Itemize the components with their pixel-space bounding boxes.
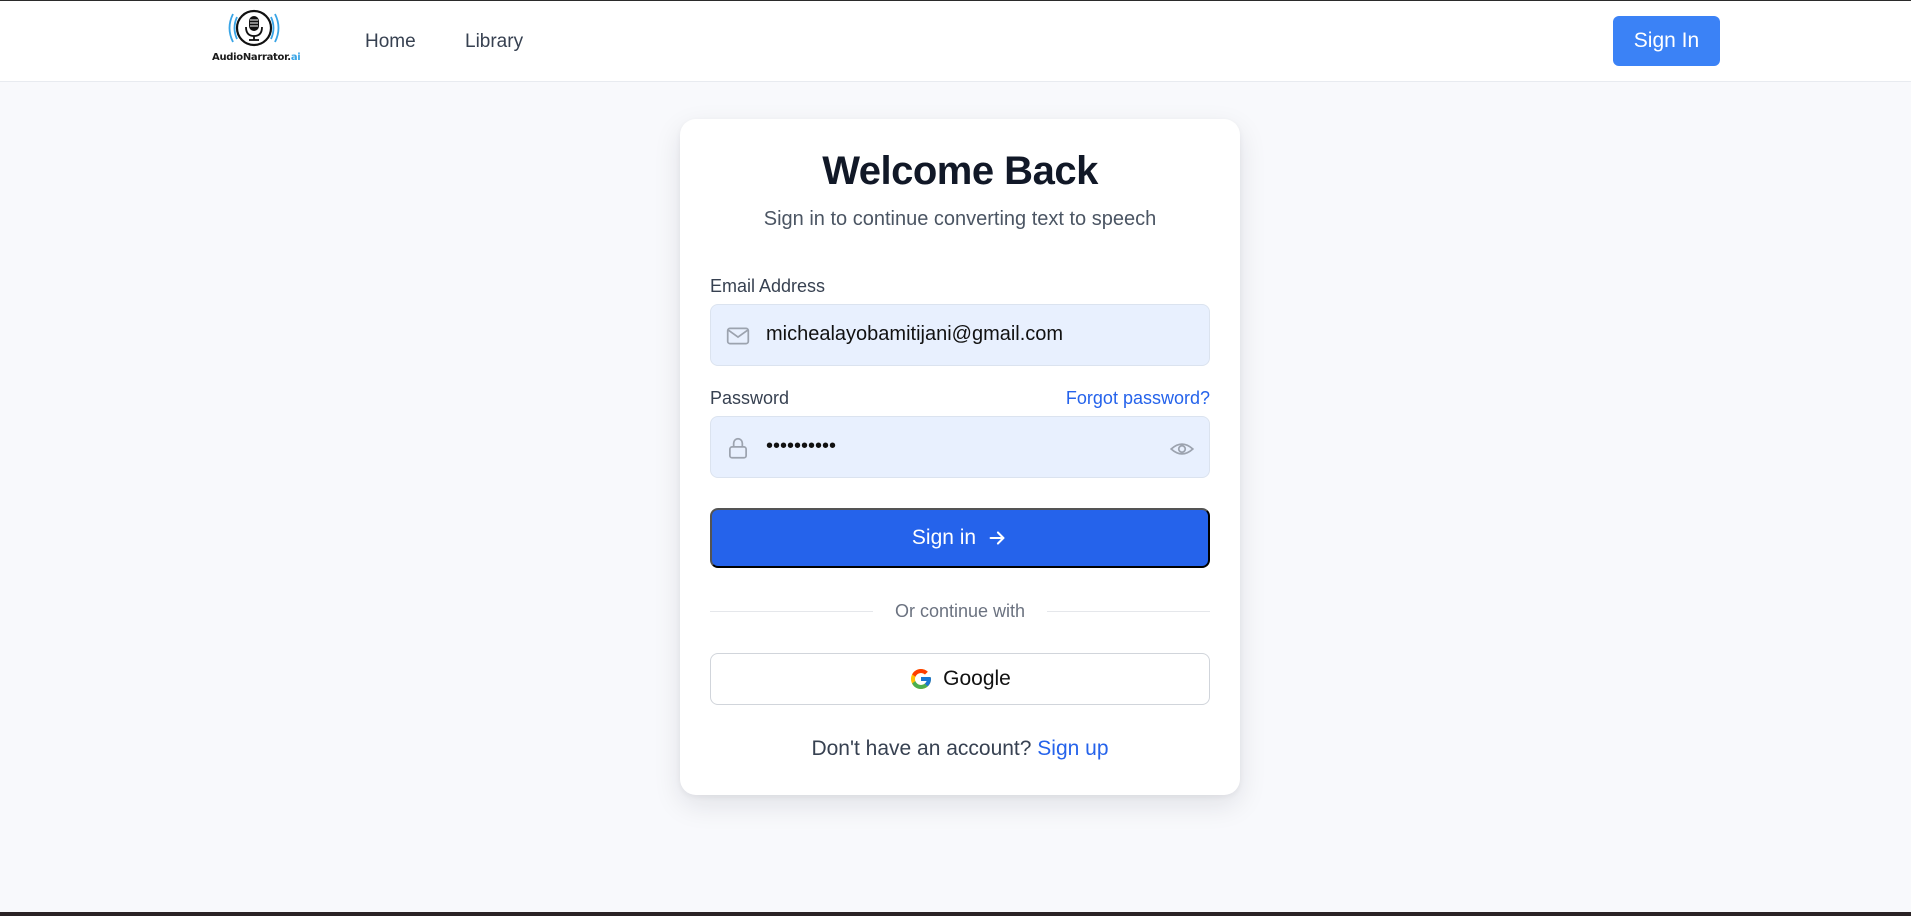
signup-prompt: Don't have an account? Sign up bbox=[680, 737, 1240, 761]
google-icon bbox=[911, 669, 932, 689]
password-input[interactable]: •••••••••• bbox=[766, 435, 1166, 458]
sign-in-button-label: Sign in bbox=[911, 526, 977, 549]
nav-library-link[interactable]: Library bbox=[465, 31, 523, 53]
brand-logo[interactable]: AudioNarrator.ai bbox=[212, 7, 301, 67]
google-button-label: Google bbox=[943, 667, 1011, 690]
divider-line-right bbox=[1047, 611, 1210, 612]
sign-in-card: Welcome Back Sign in to continue convert… bbox=[680, 119, 1240, 795]
nav-sign-in-button[interactable]: Sign In bbox=[1613, 16, 1720, 66]
arrow-right-icon bbox=[989, 531, 1005, 545]
sign-in-button[interactable]: Sign in bbox=[710, 508, 1210, 568]
page-subtitle: Sign in to continue converting text to s… bbox=[763, 208, 1157, 230]
password-field[interactable]: •••••••••• bbox=[710, 416, 1210, 478]
email-field[interactable] bbox=[710, 304, 1210, 366]
lock-icon bbox=[729, 437, 747, 459]
email-input[interactable] bbox=[766, 323, 1166, 346]
divider: Or continue with bbox=[710, 600, 1210, 622]
bottom-border bbox=[0, 912, 1911, 916]
eye-icon[interactable] bbox=[1169, 436, 1195, 462]
email-label: Email Address bbox=[710, 276, 826, 296]
forgot-password-link[interactable]: Forgot password? bbox=[1066, 388, 1210, 409]
signup-prompt-text: Don't have an account? bbox=[811, 737, 1032, 760]
navbar: AudioNarrator.ai Home Library Sign In bbox=[0, 1, 1911, 82]
brand-suffix: ai bbox=[290, 52, 301, 63]
mail-icon bbox=[726, 327, 750, 345]
page-title: Welcome Back bbox=[822, 149, 1098, 193]
password-label: Password bbox=[710, 388, 790, 408]
google-sign-in-button[interactable]: Google bbox=[710, 653, 1210, 705]
brand-name: AudioNarrator.ai bbox=[212, 52, 301, 63]
sign-up-link[interactable]: Sign up bbox=[1037, 737, 1108, 760]
microphone-icon bbox=[228, 9, 280, 47]
nav-home-link[interactable]: Home bbox=[365, 31, 416, 53]
